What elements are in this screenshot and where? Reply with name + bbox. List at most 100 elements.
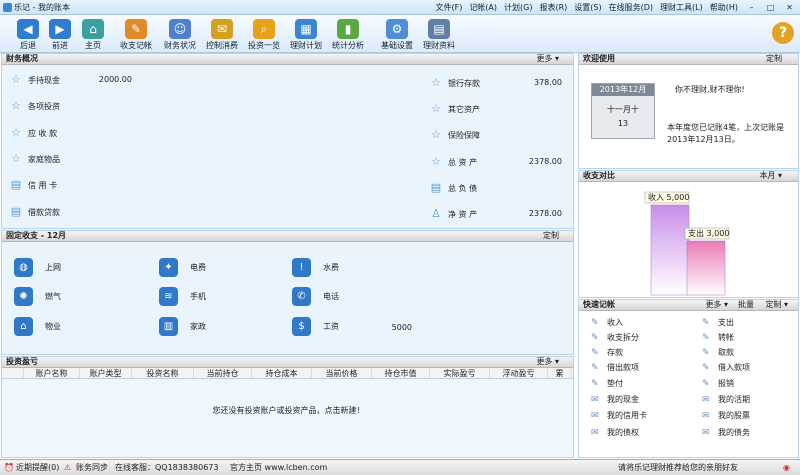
quick-split[interactable]: ✎ 收支拆分 [591,332,639,343]
quick-advance-label: 垫付 [607,379,623,388]
fixed-electricity-label: 电费 [190,263,206,272]
menu-help[interactable]: 帮助(H) [710,2,738,13]
quick-income[interactable]: ✎ 收入 [591,317,623,328]
finance-credit-card-item[interactable]: ▤ 信 用 卡 [10,179,57,191]
col-price[interactable]: 当前价格 [312,368,372,378]
quick-my-debts[interactable]: ✉ 我的债务 [702,427,750,438]
minimize-button[interactable]: – [744,2,759,13]
col-position[interactable]: 当前持仓 [194,368,252,378]
investment-panel: 投资盈亏 更多 ▾ 账户名称 账户类型 投资名称 当前持仓 持仓成本 当前价格 持… [1,356,574,458]
col-market-value[interactable]: 持仓市值 [372,368,430,378]
quick-expense[interactable]: ✎ 支出 [702,317,734,328]
fixed-gas-item[interactable]: ✺ 燃气 [14,287,61,306]
fixed-property-item[interactable]: ⌂ 物业 [14,317,61,336]
quick-advance[interactable]: ✎ 垫付 [591,378,623,389]
col-account-name[interactable]: 账户名称 [24,368,80,378]
quick-withdraw[interactable]: ✎ 取款 [702,347,734,358]
fixed-electricity-item[interactable]: ✦ 电费 [159,258,206,277]
bar-chart-icon: ▮ [337,19,359,39]
welcome-custom-link[interactable]: 定制 [766,54,782,64]
online-service-text[interactable]: 在线客服：QQ1838380673 [115,460,219,475]
pencil-icon: ✎ [125,19,147,39]
quick-lend[interactable]: ✎ 借出款项 [591,362,639,373]
col-floating-pl[interactable]: 浮动盈亏 [490,368,548,378]
phone-icon: ✆ [292,287,311,306]
invest-more-link[interactable]: 更多 ▾ [536,357,559,367]
fixed-housekeeping-item[interactable]: ▥ 家政 [159,317,206,336]
finance-bank-value: 378.00 [534,78,562,87]
help-icon[interactable]: ? [772,22,794,44]
finance-total-assets-item[interactable]: ☆ 总 资 产 [430,156,477,168]
calendar-day: 13 [617,119,629,128]
finance-docs-button[interactable]: ▤ 理财资料 [413,17,465,52]
finance-more-link[interactable]: 更多 ▾ [536,54,559,64]
quick-reimburse[interactable]: ✎ 报销 [702,378,734,389]
account-sync-link[interactable]: 账务同步 [76,460,108,475]
quick-deposit[interactable]: ✎ 存款 [591,347,623,358]
quick-my-credit-card[interactable]: ✉ 我的信用卡 [591,410,647,421]
col-realized-pl[interactable]: 实际盈亏 [430,368,490,378]
finance-total-debt-item[interactable]: ▤ 总 负 债 [430,182,477,194]
finance-household-item[interactable]: ☆ 家庭物品 [10,153,60,165]
quick-my-claims[interactable]: ✉ 我的债权 [591,427,639,438]
statistics-label: 统计分析 [332,41,364,50]
finance-loans-item[interactable]: ▤ 借款贷款 [10,206,60,218]
menu-reports[interactable]: 报表(R) [539,2,567,13]
recent-reminders-link[interactable]: 近期提醒(0) [16,460,59,475]
fixed-custom-link[interactable]: 定制 [543,231,559,241]
invest-panel-title: 投资盈亏 [6,357,38,366]
fixed-water-item[interactable]: ! 水费 [292,258,339,277]
pencil-icon: ✎ [591,317,599,328]
finance-receivables-label: 应 收 款 [28,128,58,138]
quick-more-label: 更多 [705,300,722,309]
fixed-phone-item[interactable]: ✆ 电话 [292,287,339,306]
invest-empty-message[interactable]: 您还没有投资账户或投资产品，点击新建！ [2,405,573,416]
title-bar: 乐记 - 我的账本 文件(F) 记帐(A) 计划(G) 报表(R) 设置(S) … [0,0,800,15]
compare-period-select[interactable]: 本月 ▾ [759,171,782,181]
fixed-salary-item[interactable]: $ 工资 [292,317,339,336]
quick-my-stocks[interactable]: ✉ 我的股票 [702,410,750,421]
quick-custom-label: 定制 [765,300,782,309]
col-cost[interactable]: 持仓成本 [252,368,312,378]
col-cumulative[interactable]: 累 [548,368,572,378]
finance-insurance-item[interactable]: ☆ 保险保障 [430,129,480,141]
fixed-salary-value: 5000 [391,323,412,332]
magnifier-icon: ⌕ [253,19,275,39]
col-investment-name[interactable]: 投资名称 [132,368,194,378]
quick-my-cash[interactable]: ✉ 我的现金 [591,394,639,405]
finance-credit-card-label: 信 用 卡 [28,180,58,190]
finance-other-assets-item[interactable]: ☆ 其它资产 [430,103,480,115]
finance-net-assets-item[interactable]: ♙ 净 资 产 [430,208,477,220]
maximize-button[interactable]: □ [763,2,778,13]
quick-custom-link[interactable]: 定制 ▾ [765,300,788,310]
quick-transfer[interactable]: ✎ 转帐 [702,332,734,343]
menu-file[interactable]: 文件(F) [435,2,462,13]
fixed-mobile-item[interactable]: ≋ 手机 [159,287,206,306]
finance-household-label: 家庭物品 [28,154,60,164]
quick-more-link[interactable]: 更多 ▾ [705,300,728,310]
finance-bank-item[interactable]: ☆ 银行存款 [430,77,480,89]
invest-more-label: 更多 [536,357,553,366]
menu-online-service[interactable]: 在线服务(D) [609,2,653,13]
pencil-icon: ✎ [702,362,710,373]
finance-receivables-item[interactable]: ☆ 应 收 款 [10,127,57,139]
finance-investments-item[interactable]: ☆ 各项投资 [10,100,60,112]
globe-icon: ◍ [14,258,33,277]
statistics-button[interactable]: ▮ 统计分析 [322,17,374,52]
menu-accounting[interactable]: 记帐(A) [469,2,497,13]
menu-tools[interactable]: 理财工具(L) [660,2,703,13]
quick-transfer-label: 转帐 [718,333,734,342]
quick-batch-link[interactable]: 批量 [738,300,754,310]
quick-borrow[interactable]: ✎ 借入款项 [702,362,750,373]
people-icon: ☺ [169,19,191,39]
income-expense-compare-panel: 收支对比 本月 ▾ 收入 5,000 支出 3,000 [578,170,799,298]
finance-cash-item[interactable]: ☆ 手持现金 [10,74,60,86]
official-site-link[interactable]: 官方主页 www.lcben.com [230,460,327,475]
fixed-income-expense-panel: 固定收支 - 12月 定制 ◍ 上网 ✦ 电费 ! 水费 ✺ 燃气 ≋ 手机 ✆ 电话 ⌂ 物业… [1,230,574,355]
fixed-internet-item[interactable]: ◍ 上网 [14,258,61,277]
menu-plan[interactable]: 计划(G) [504,2,532,13]
quick-my-current[interactable]: ✉ 我的活期 [702,394,750,405]
close-button[interactable]: ✕ [782,2,797,13]
menu-settings[interactable]: 设置(S) [574,2,601,13]
col-account-type[interactable]: 账户类型 [80,368,132,378]
